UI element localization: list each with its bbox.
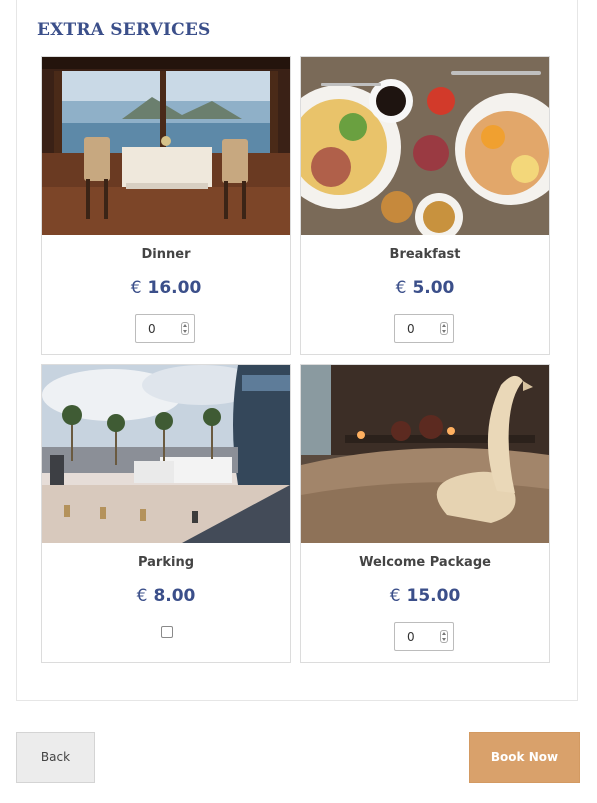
spinner-arrows-icon[interactable] xyxy=(440,322,448,335)
price-value: 16.00 xyxy=(147,278,202,298)
parking-checkbox[interactable] xyxy=(161,626,173,638)
service-price: €8.00 xyxy=(42,586,290,606)
service-name: Dinner xyxy=(141,247,191,262)
service-name: Parking xyxy=(137,555,195,570)
service-name: Breakfast xyxy=(389,247,461,262)
book-now-button[interactable]: Book Now xyxy=(469,732,580,783)
price-value: 5.00 xyxy=(412,278,455,298)
currency-symbol: € xyxy=(130,278,142,298)
service-name: Welcome Package xyxy=(359,555,491,570)
section-title: EXTRA SERVICES xyxy=(37,20,211,40)
quantity-stepper[interactable]: 0 xyxy=(394,622,454,651)
service-card-breakfast: Breakfast €5.00 0 xyxy=(300,56,550,355)
currency-symbol: € xyxy=(136,586,148,606)
price-value: 15.00 xyxy=(406,586,461,606)
service-price: €5.00 xyxy=(301,278,549,298)
price-value: 8.00 xyxy=(153,586,196,606)
spinner-arrows-icon[interactable] xyxy=(181,322,189,335)
dining-room-photo xyxy=(42,57,290,235)
parking-lot-photo xyxy=(42,365,290,543)
towel-swan-photo xyxy=(301,365,549,543)
breakfast-table-photo xyxy=(301,57,549,235)
quantity-value: 0 xyxy=(407,630,415,644)
spinner-arrows-icon[interactable] xyxy=(440,630,448,643)
quantity-stepper[interactable]: 0 xyxy=(394,314,454,343)
quantity-value: 0 xyxy=(407,322,415,336)
quantity-stepper[interactable]: 0 xyxy=(135,314,195,343)
currency-symbol: € xyxy=(395,278,407,298)
service-price: €15.00 xyxy=(301,586,549,606)
service-card-parking: Parking €8.00 xyxy=(41,364,291,663)
service-card-dinner: Dinner €16.00 0 xyxy=(41,56,291,355)
back-button[interactable]: Back xyxy=(16,732,95,783)
service-card-welcome-package: Welcome Package €15.00 0 xyxy=(300,364,550,663)
currency-symbol: € xyxy=(389,586,401,606)
service-price: €16.00 xyxy=(42,278,290,298)
quantity-value: 0 xyxy=(148,322,156,336)
